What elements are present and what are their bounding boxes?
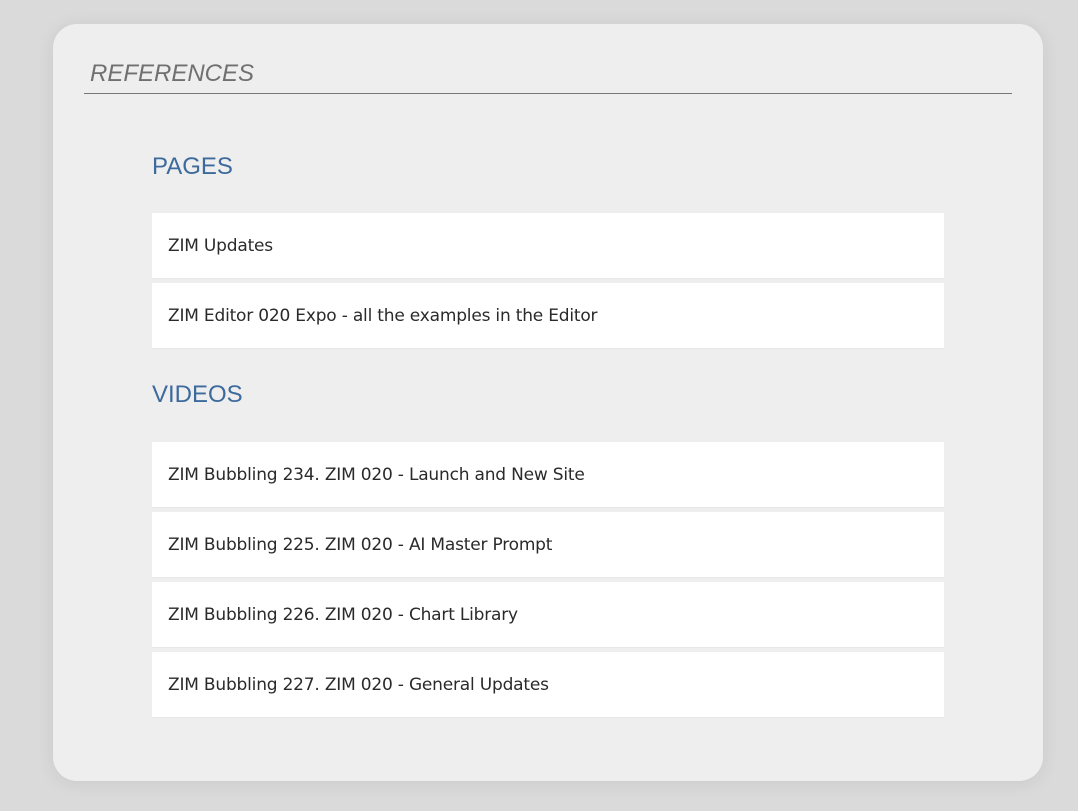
references-panel: REFERENCES PAGES ZIM Updates ZIM Editor …	[53, 24, 1043, 781]
video-link-bubbling-226[interactable]: ZIM Bubbling 226. ZIM 020 - Chart Librar…	[152, 582, 944, 648]
videos-list: ZIM Bubbling 234. ZIM 020 - Launch and N…	[152, 442, 944, 722]
videos-heading: VIDEOS	[152, 381, 243, 408]
list-item-label: ZIM Bubbling 227. ZIM 020 - General Upda…	[168, 674, 549, 695]
list-item-label: ZIM Bubbling 226. ZIM 020 - Chart Librar…	[168, 604, 518, 625]
page-link-editor-expo[interactable]: ZIM Editor 020 Expo - all the examples i…	[152, 283, 944, 349]
list-item-label: ZIM Updates	[168, 235, 273, 256]
pages-heading: PAGES	[152, 153, 233, 180]
video-link-bubbling-234[interactable]: ZIM Bubbling 234. ZIM 020 - Launch and N…	[152, 442, 944, 508]
video-link-bubbling-227[interactable]: ZIM Bubbling 227. ZIM 020 - General Upda…	[152, 652, 944, 718]
title-divider	[84, 93, 1012, 94]
panel-title: REFERENCES	[90, 60, 255, 87]
list-item-label: ZIM Editor 020 Expo - all the examples i…	[168, 305, 598, 326]
list-item-label: ZIM Bubbling 234. ZIM 020 - Launch and N…	[168, 464, 585, 485]
page-link-zim-updates[interactable]: ZIM Updates	[152, 213, 944, 279]
list-item-label: ZIM Bubbling 225. ZIM 020 - AI Master Pr…	[168, 534, 553, 555]
video-link-bubbling-225[interactable]: ZIM Bubbling 225. ZIM 020 - AI Master Pr…	[152, 512, 944, 578]
pages-list: ZIM Updates ZIM Editor 020 Expo - all th…	[152, 213, 944, 353]
